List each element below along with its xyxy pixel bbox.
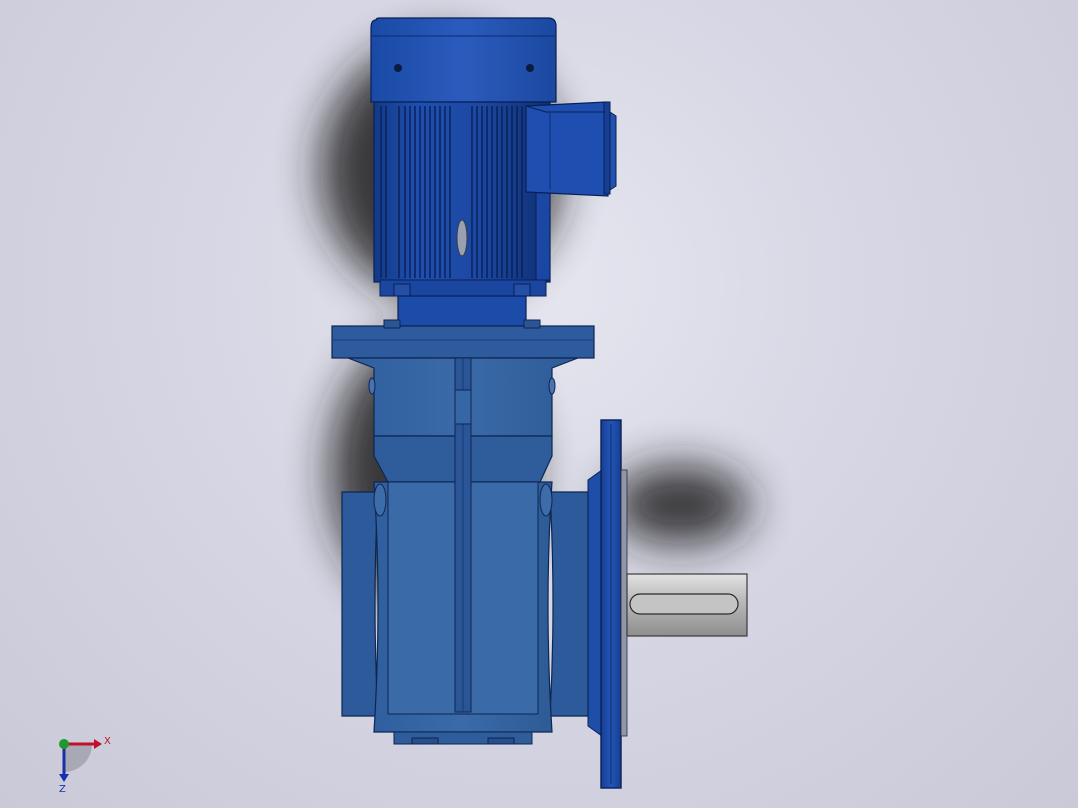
input-flange (331, 325, 595, 359)
shaft-keyway (629, 593, 739, 615)
3d-viewport[interactable]: X Z (0, 0, 1078, 808)
y-axis-dot (59, 739, 69, 749)
lifting-eye (456, 219, 468, 257)
x-axis-label: X (104, 736, 111, 747)
z-axis-label: Z (59, 784, 66, 795)
motor-adapter (397, 295, 527, 327)
triad-disc (64, 744, 92, 772)
gearmotor-model[interactable]: X Z (0, 0, 1078, 808)
coordinate-triad: X Z (59, 736, 111, 795)
terminal-box (525, 101, 609, 197)
fan-cover (370, 17, 557, 103)
cap-screw-right (526, 64, 534, 72)
cap-screw-left (394, 64, 402, 72)
right-boss (549, 491, 589, 717)
gearbox-assembly[interactable] (331, 319, 748, 789)
left-boss (341, 491, 379, 717)
motor-assembly[interactable] (370, 17, 617, 327)
